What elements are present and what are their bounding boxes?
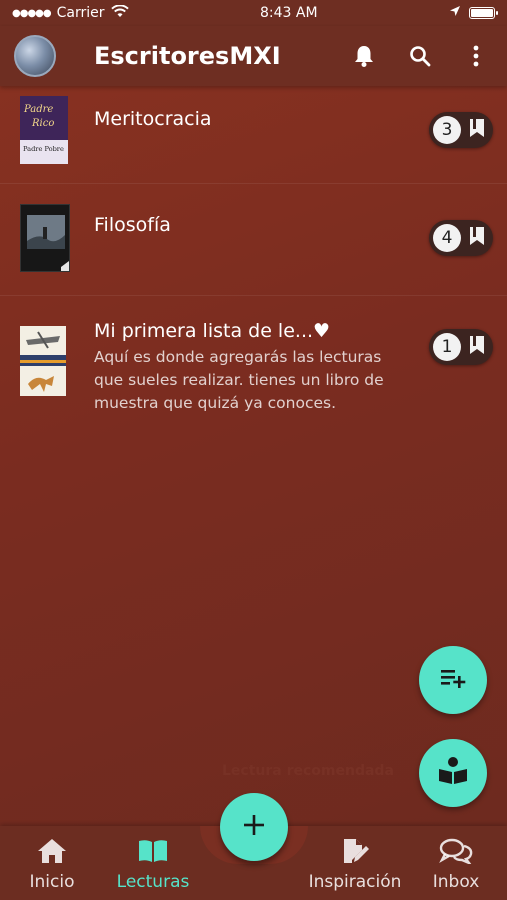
plus-icon (242, 813, 266, 841)
search-icon[interactable] (407, 43, 433, 69)
reader-book-icon (437, 756, 469, 790)
count-badge: 1 (433, 333, 461, 361)
cover-title-line2: Rico (31, 118, 54, 129)
list-text: Mi primera lista de le...♥ Aquí es donde… (94, 320, 414, 415)
bookmark-icon (469, 226, 485, 250)
nav-inbox[interactable]: Inbox (406, 838, 506, 892)
nav-label: Lecturas (116, 872, 190, 892)
list-text: Meritocracia (94, 108, 414, 130)
document-edit-icon (340, 838, 370, 868)
cover-title-line1: Padre (23, 104, 53, 115)
chat-bubbles-icon (439, 838, 473, 868)
recommended-reading-button[interactable] (419, 739, 487, 807)
clock: 8:43 AM (259, 5, 318, 21)
bell-icon[interactable] (351, 43, 377, 69)
app-bar: EscritoresMXI (0, 26, 507, 86)
nav-label: Inspiración (308, 872, 402, 892)
book-cover: Padre Rico Padre Pobre (20, 96, 68, 164)
status-left: ●●●●● Carrier (12, 3, 129, 22)
nav-lecturas[interactable]: Lecturas (103, 838, 203, 892)
battery-icon (468, 7, 498, 19)
bookmark-icon (469, 335, 485, 359)
cover-title-line3: Padre Pobre (23, 145, 64, 153)
book-cover (20, 326, 66, 396)
carrier-label: Carrier (56, 5, 105, 21)
nav-inspiracion[interactable]: Inspiración (305, 838, 405, 892)
status-bar: ●●●●● Carrier 8:43 AM (0, 0, 507, 26)
list-description: Aquí es donde agregarás las lecturas que… (94, 348, 384, 412)
reading-lists: Padre Rico Padre Pobre Meritocracia 3 Fi… (0, 86, 507, 420)
nav-inicio[interactable]: Inicio (2, 838, 102, 892)
nav-label: Inicio (29, 872, 75, 892)
location-arrow-icon (449, 5, 461, 21)
status-right (449, 5, 498, 21)
list-item[interactable]: Mi primera lista de le...♥ Aquí es donde… (0, 296, 507, 420)
list-title: Meritocracia (94, 108, 212, 130)
count-pill[interactable]: 4 (429, 220, 493, 256)
signal-icon: ●●●●● (12, 7, 52, 19)
home-icon (37, 838, 67, 868)
playlist-add-icon (439, 666, 467, 694)
book-open-icon (137, 838, 169, 868)
book-cover (20, 204, 70, 272)
app-title: EscritoresMXI (94, 42, 281, 70)
add-list-button[interactable] (419, 646, 487, 714)
count-pill[interactable]: 1 (429, 329, 493, 365)
add-button[interactable] (220, 793, 288, 861)
count-badge: 3 (433, 116, 461, 144)
more-vert-icon[interactable] (463, 43, 489, 69)
wifi-icon (110, 3, 129, 22)
app-actions (351, 43, 489, 69)
list-text: Filosofía (94, 214, 414, 236)
list-item[interactable]: Filosofía 4 (0, 184, 507, 296)
count-pill[interactable]: 3 (429, 112, 493, 148)
count-badge: 4 (433, 224, 461, 252)
list-title: Mi primera lista de le...♥ (94, 320, 331, 342)
recommended-reading-label: Lectura recomendada (222, 763, 394, 779)
nav-label: Inbox (432, 872, 480, 892)
avatar[interactable] (14, 35, 56, 77)
list-item[interactable]: Padre Rico Padre Pobre Meritocracia 3 (0, 86, 507, 184)
list-title: Filosofía (94, 214, 171, 236)
bookmark-icon (469, 118, 485, 142)
